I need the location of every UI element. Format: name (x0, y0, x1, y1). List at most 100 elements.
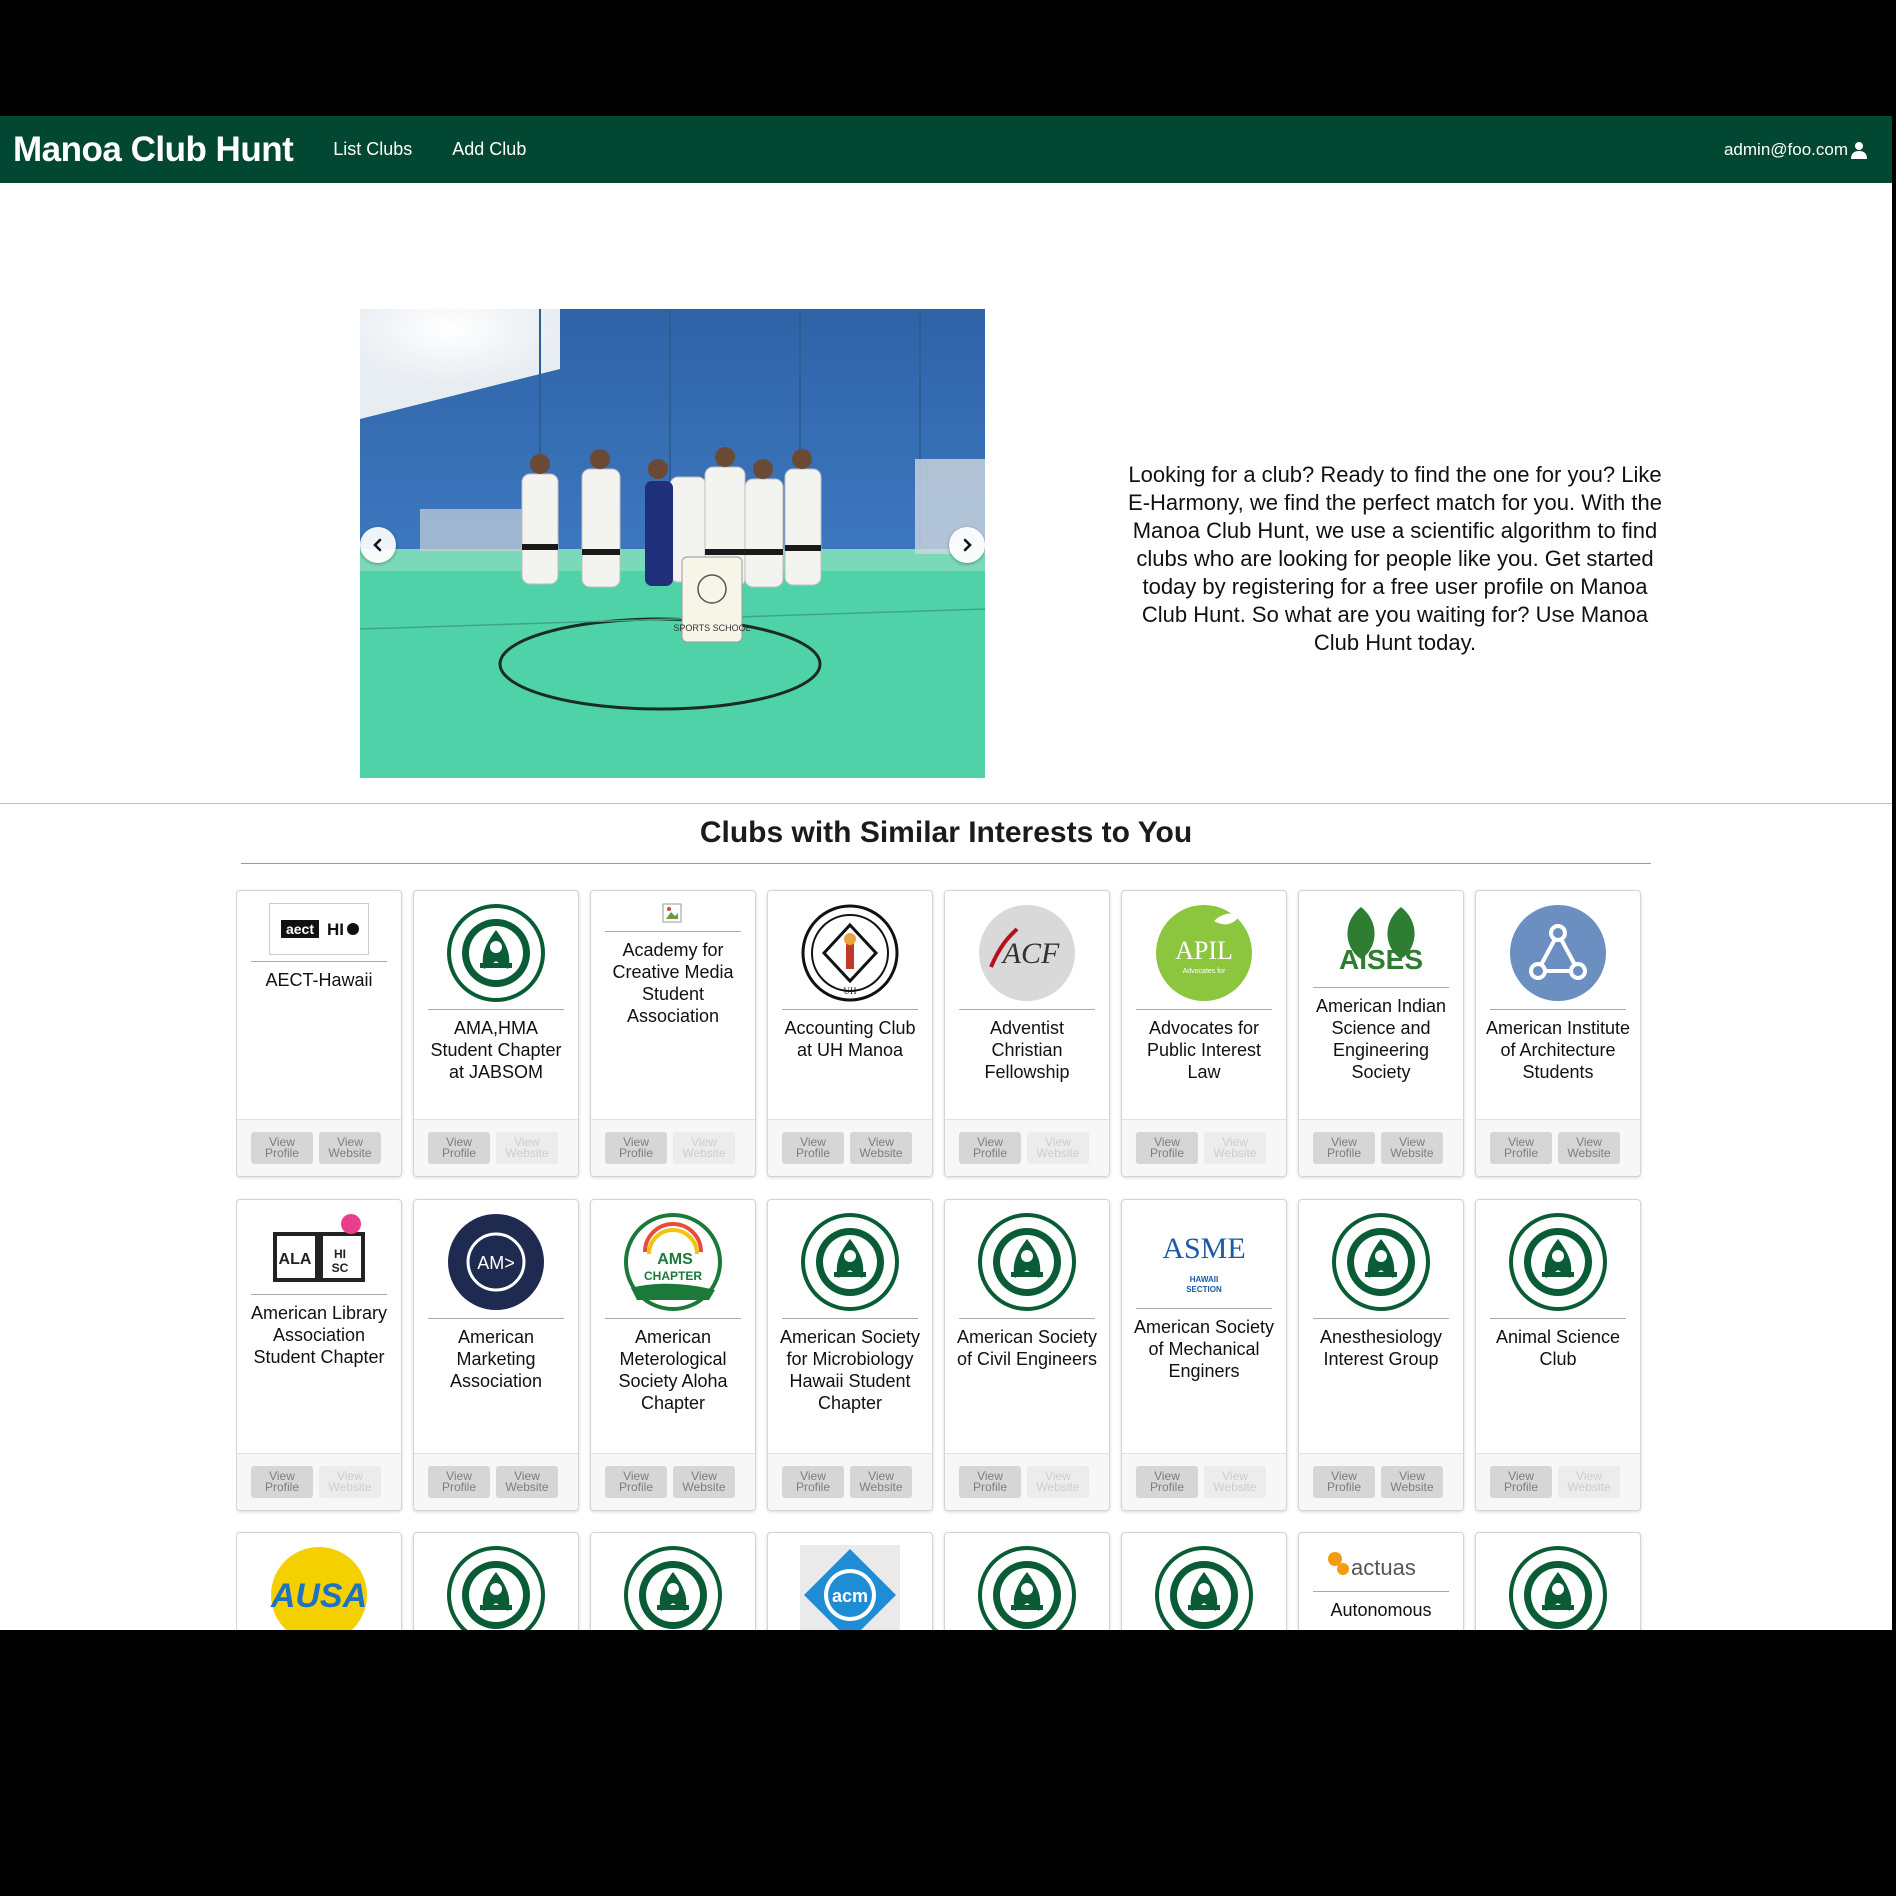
club-name[interactable]: American Society of Mechanical Enginers (1130, 1316, 1278, 1382)
club-name[interactable]: Autonomous (1307, 1599, 1455, 1621)
apil-logo: APIL Advocates for (1122, 903, 1286, 1003)
card-footer: View Profile View Website (237, 1119, 401, 1176)
user-menu[interactable]: admin@foo.com (1724, 116, 1868, 183)
card-divider (1313, 987, 1449, 988)
club-name[interactable]: Academy for Creative Media Student Assoc… (599, 939, 747, 1027)
view-website-button[interactable]: View Website (673, 1466, 735, 1498)
view-website-button[interactable]: View Website (850, 1466, 912, 1498)
view-website-button[interactable]: View Website (1027, 1466, 1089, 1498)
club-card: American Institute of Architecture Stude… (1475, 890, 1641, 1177)
view-website-button[interactable]: View Website (1204, 1466, 1266, 1498)
ams-aloha-logo: AMS CHAPTER (591, 1212, 755, 1312)
brand-logo[interactable]: Manoa Club Hunt (13, 130, 294, 170)
club-card: ASME HAWAII SECTION American Society of Mec… (1121, 1199, 1287, 1511)
view-website-button[interactable]: View Website (319, 1132, 381, 1164)
card-footer: View Profile View Website (945, 1119, 1109, 1176)
view-website-button[interactable]: View Website (1381, 1132, 1443, 1164)
view-website-button[interactable]: View Website (1381, 1466, 1443, 1498)
view-profile-button[interactable]: View Profile (1490, 1132, 1552, 1164)
actuas-logo: actuas (1299, 1545, 1463, 1585)
ala-logo: ALA HI SC (237, 1212, 401, 1288)
view-profile-button[interactable]: View Profile (251, 1466, 313, 1498)
view-profile-button[interactable]: View Profile (251, 1132, 313, 1164)
view-profile-button[interactable]: View Profile (605, 1466, 667, 1498)
aect-logo: aect HI (237, 903, 401, 955)
club-card (590, 1532, 756, 1630)
uh-seal-logo (414, 903, 578, 1003)
card-divider (1313, 1591, 1449, 1592)
view-website-button[interactable]: View Website (319, 1466, 381, 1498)
club-name[interactable]: American Indian Science and Engineering … (1307, 995, 1455, 1083)
card-footer: View Profile View Website (768, 1119, 932, 1176)
club-name[interactable]: AECT-Hawaii (245, 969, 393, 991)
acm-logo: acm (768, 1545, 932, 1630)
card-footer: View Profile View Website (1476, 1453, 1640, 1510)
nav-add-club[interactable]: Add Club (452, 139, 526, 160)
svg-text:ALA: ALA (279, 1251, 312, 1268)
club-name[interactable]: American Institute of Architecture Stude… (1484, 1017, 1632, 1083)
view-profile-button[interactable]: View Profile (428, 1466, 490, 1498)
view-profile-button[interactable]: View Profile (959, 1466, 1021, 1498)
club-name[interactable]: Accounting Club at UH Manoa (776, 1017, 924, 1061)
svg-text:HI: HI (334, 1247, 346, 1261)
card-footer: View Profile View Website (414, 1453, 578, 1510)
view-profile-button[interactable]: View Profile (1136, 1132, 1198, 1164)
card-divider (1313, 1318, 1449, 1319)
club-name[interactable]: AMA,HMA Student Chapter at JABSOM (422, 1017, 570, 1083)
view-profile-button[interactable]: View Profile (1313, 1466, 1375, 1498)
club-name[interactable]: Advocates for Public Interest Law (1130, 1017, 1278, 1083)
club-name[interactable]: Animal Science Club (1484, 1326, 1632, 1370)
nav-list-clubs[interactable]: List Clubs (333, 139, 412, 160)
view-website-button[interactable]: View Website (496, 1132, 558, 1164)
card-footer: View Profile View Website (237, 1453, 401, 1510)
accounting-club-logo: UH (768, 903, 932, 1003)
carousel-prev-button[interactable] (360, 527, 396, 563)
svg-text:AM>: AM> (477, 1253, 515, 1273)
card-divider (251, 961, 387, 962)
carousel-next-button[interactable] (949, 527, 985, 563)
broken-image-icon (591, 903, 755, 925)
image-carousel[interactable]: SPORTS SCHOOL (360, 309, 985, 778)
club-card: ALA HI SC American Library Association Stud… (236, 1199, 402, 1511)
view-website-button[interactable]: View Website (1558, 1466, 1620, 1498)
card-footer: View Profile View Website (768, 1453, 932, 1510)
club-name[interactable]: American Library Association Student Cha… (245, 1302, 393, 1368)
ama-logo: AM> (414, 1212, 578, 1312)
club-name[interactable]: American Marketing Association (422, 1326, 570, 1392)
svg-text:acm: acm (832, 1586, 868, 1606)
uh-seal-logo (414, 1545, 578, 1630)
navbar: Manoa Club Hunt List Clubs Add Club admi… (0, 116, 1892, 183)
club-name[interactable]: Adventist Christian Fellowship (953, 1017, 1101, 1083)
club-name[interactable]: Anesthesiology Interest Group (1307, 1326, 1455, 1370)
view-website-button[interactable]: View Website (850, 1132, 912, 1164)
club-card: aect HI AECT-Hawaii View Profile View Websit… (236, 890, 402, 1177)
club-card (944, 1532, 1110, 1630)
view-website-button[interactable]: View Website (1204, 1132, 1266, 1164)
card-footer: View Profile View Website (1122, 1453, 1286, 1510)
uh-seal-logo (768, 1212, 932, 1312)
view-profile-button[interactable]: View Profile (782, 1466, 844, 1498)
uh-seal-logo (1476, 1212, 1640, 1312)
hero-description: Looking for a club? Ready to find the on… (1128, 462, 1662, 655)
view-website-button[interactable]: View Website (1027, 1132, 1089, 1164)
view-profile-button[interactable]: View Profile (782, 1132, 844, 1164)
view-website-button[interactable]: View Website (1558, 1132, 1620, 1164)
user-email: admin@foo.com (1723, 139, 1848, 159)
club-name[interactable]: American Meterological Society Aloha Cha… (599, 1326, 747, 1414)
view-profile-button[interactable]: View Profile (428, 1132, 490, 1164)
view-website-button[interactable]: View Website (673, 1132, 735, 1164)
hero-section: SPORTS SCHOOL Looking for a club? Ready … (0, 183, 1892, 930)
svg-text:CHAPTER: CHAPTER (644, 1269, 702, 1283)
view-profile-button[interactable]: View Profile (959, 1132, 1021, 1164)
uh-seal-logo (591, 1545, 755, 1630)
view-profile-button[interactable]: View Profile (1313, 1132, 1375, 1164)
card-footer: View Profile View Website (1122, 1119, 1286, 1176)
card-footer: View Profile View Website (1299, 1119, 1463, 1176)
card-divider (1136, 1009, 1272, 1010)
view-website-button[interactable]: View Website (496, 1466, 558, 1498)
view-profile-button[interactable]: View Profile (605, 1132, 667, 1164)
club-name[interactable]: American Society for Microbiology Hawaii… (776, 1326, 924, 1414)
club-name[interactable]: American Society of Civil Engineers (953, 1326, 1101, 1370)
view-profile-button[interactable]: View Profile (1136, 1466, 1198, 1498)
view-profile-button[interactable]: View Profile (1490, 1466, 1552, 1498)
